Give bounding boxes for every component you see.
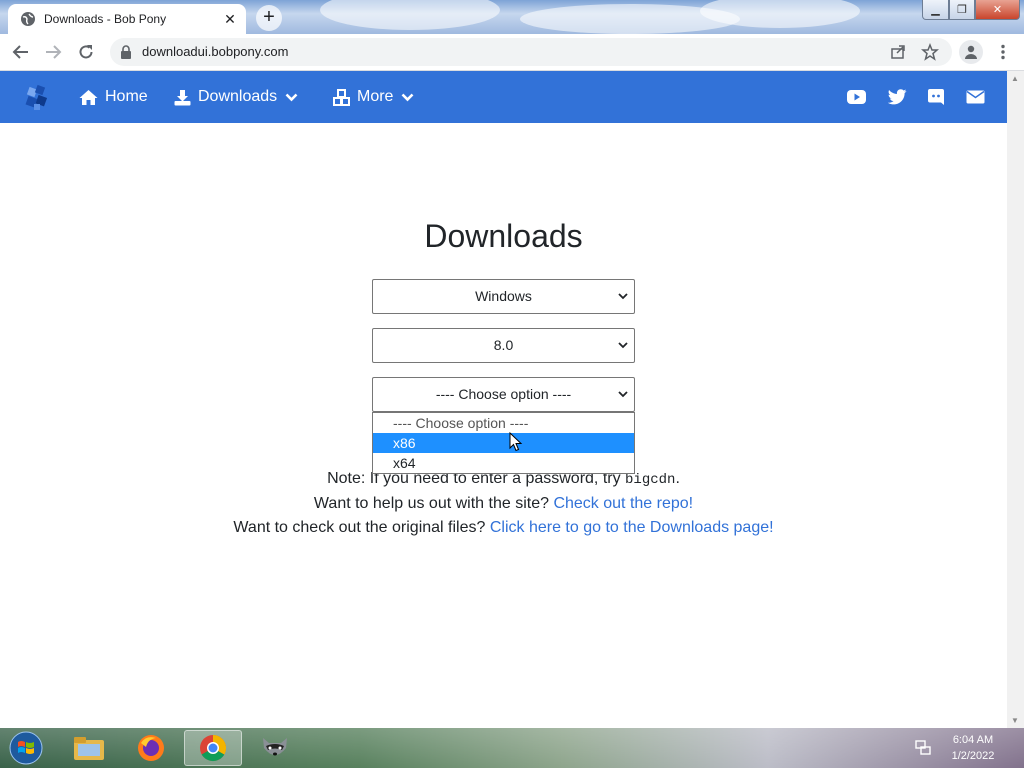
mouse-cursor-icon	[509, 432, 523, 452]
option-placeholder[interactable]: ---- Choose option ----	[373, 413, 634, 433]
original-files-line: Want to check out the original files? Cl…	[0, 519, 1007, 537]
envelope-icon[interactable]	[965, 87, 985, 107]
version-select[interactable]: 8.0	[372, 328, 635, 363]
discord-icon[interactable]	[926, 87, 946, 107]
forward-arrow-icon[interactable]	[43, 42, 63, 62]
address-bar[interactable]: downloadui.bobpony.com	[110, 38, 952, 66]
system-clock[interactable]: 6:04 AM 1/2/2022	[938, 732, 1008, 764]
help-text: Want to help us out with the site?	[313, 495, 554, 512]
chevron-down-icon	[618, 378, 628, 411]
chevron-down-icon	[618, 329, 628, 362]
option-x64[interactable]: x64	[373, 453, 634, 473]
chevron-down-icon	[401, 93, 414, 102]
windows-logo-icon	[9, 731, 43, 765]
share-icon[interactable]	[888, 42, 908, 62]
nav-more-dropdown[interactable]: More	[333, 71, 414, 123]
repo-link[interactable]: Check out the repo!	[553, 495, 693, 512]
raccoon-app-icon[interactable]	[246, 730, 304, 766]
downloads-page-link[interactable]: Click here to go to the Downloads page!	[490, 519, 774, 536]
firefox-icon[interactable]	[122, 730, 180, 766]
browser-toolbar: downloadui.bobpony.com	[0, 34, 1024, 71]
chrome-icon[interactable]	[184, 730, 242, 766]
page-title: Downloads	[424, 218, 583, 254]
scroll-up-arrow-icon[interactable]: ▲	[1011, 74, 1019, 83]
cubes-icon	[333, 88, 350, 106]
architecture-select-value: ---- Choose option ----	[435, 386, 572, 402]
profile-avatar-icon[interactable]	[959, 40, 983, 64]
option-x86[interactable]: x86	[373, 433, 634, 453]
os-select-value: Windows	[475, 288, 532, 304]
clock-time: 6:04 AM	[952, 734, 994, 746]
architecture-select[interactable]: ---- Choose option ----	[372, 377, 635, 412]
page-scrollbar[interactable]: ▲ ▼	[1007, 71, 1024, 728]
nav-downloads-dropdown[interactable]: Downloads	[174, 71, 298, 123]
nav-more-label: More	[357, 88, 394, 105]
window-close-button[interactable]: ✕	[975, 0, 1020, 20]
kebab-menu-icon[interactable]	[993, 42, 1013, 62]
new-tab-button[interactable]: +	[256, 5, 282, 31]
original-files-text: Want to check out the original files?	[233, 519, 490, 536]
password-code: bigcdn	[625, 472, 676, 488]
download-icon	[174, 89, 191, 106]
version-select-value: 8.0	[493, 337, 514, 353]
nav-downloads-label: Downloads	[198, 88, 278, 105]
reload-icon[interactable]	[76, 42, 96, 62]
start-button[interactable]	[3, 729, 49, 767]
site-logo-icon[interactable]	[24, 84, 50, 117]
site-navbar: Home Downloads More	[0, 71, 1007, 123]
bookmark-star-icon[interactable]	[920, 42, 940, 62]
os-select[interactable]: Windows	[372, 279, 635, 314]
file-explorer-icon[interactable]	[60, 730, 118, 766]
browser-titlebar: Downloads - Bob Pony ✕ + ▁ ❐ ✕	[0, 0, 1024, 34]
youtube-icon[interactable]	[846, 87, 866, 107]
globe-icon	[20, 11, 36, 27]
help-line: Want to help us out with the site? Check…	[0, 495, 1007, 513]
chevron-down-icon	[618, 280, 628, 313]
architecture-options-list[interactable]: ---- Choose option ---- x86 x64	[372, 412, 635, 474]
tab-title: Downloads - Bob Pony	[44, 12, 167, 26]
url-text: downloadui.bobpony.com	[142, 44, 289, 59]
password-note-suffix: .	[675, 470, 680, 487]
clock-date: 1/2/2022	[951, 750, 995, 762]
chevron-down-icon	[285, 93, 298, 102]
twitter-icon[interactable]	[887, 87, 907, 107]
tab-close-icon[interactable]: ✕	[222, 11, 238, 27]
home-icon	[79, 89, 98, 106]
browser-tab[interactable]: Downloads - Bob Pony ✕	[8, 4, 246, 34]
back-arrow-icon[interactable]	[11, 42, 31, 62]
nav-home-link[interactable]: Home	[79, 71, 148, 123]
network-tray-icon[interactable]	[914, 739, 932, 762]
lock-icon[interactable]	[120, 45, 132, 64]
scroll-down-arrow-icon[interactable]: ▼	[1011, 716, 1019, 725]
windows-taskbar	[0, 728, 1024, 768]
window-minimize-button[interactable]: ▁	[922, 0, 949, 20]
nav-home-label: Home	[105, 88, 148, 105]
window-maximize-button[interactable]: ❐	[949, 0, 975, 20]
